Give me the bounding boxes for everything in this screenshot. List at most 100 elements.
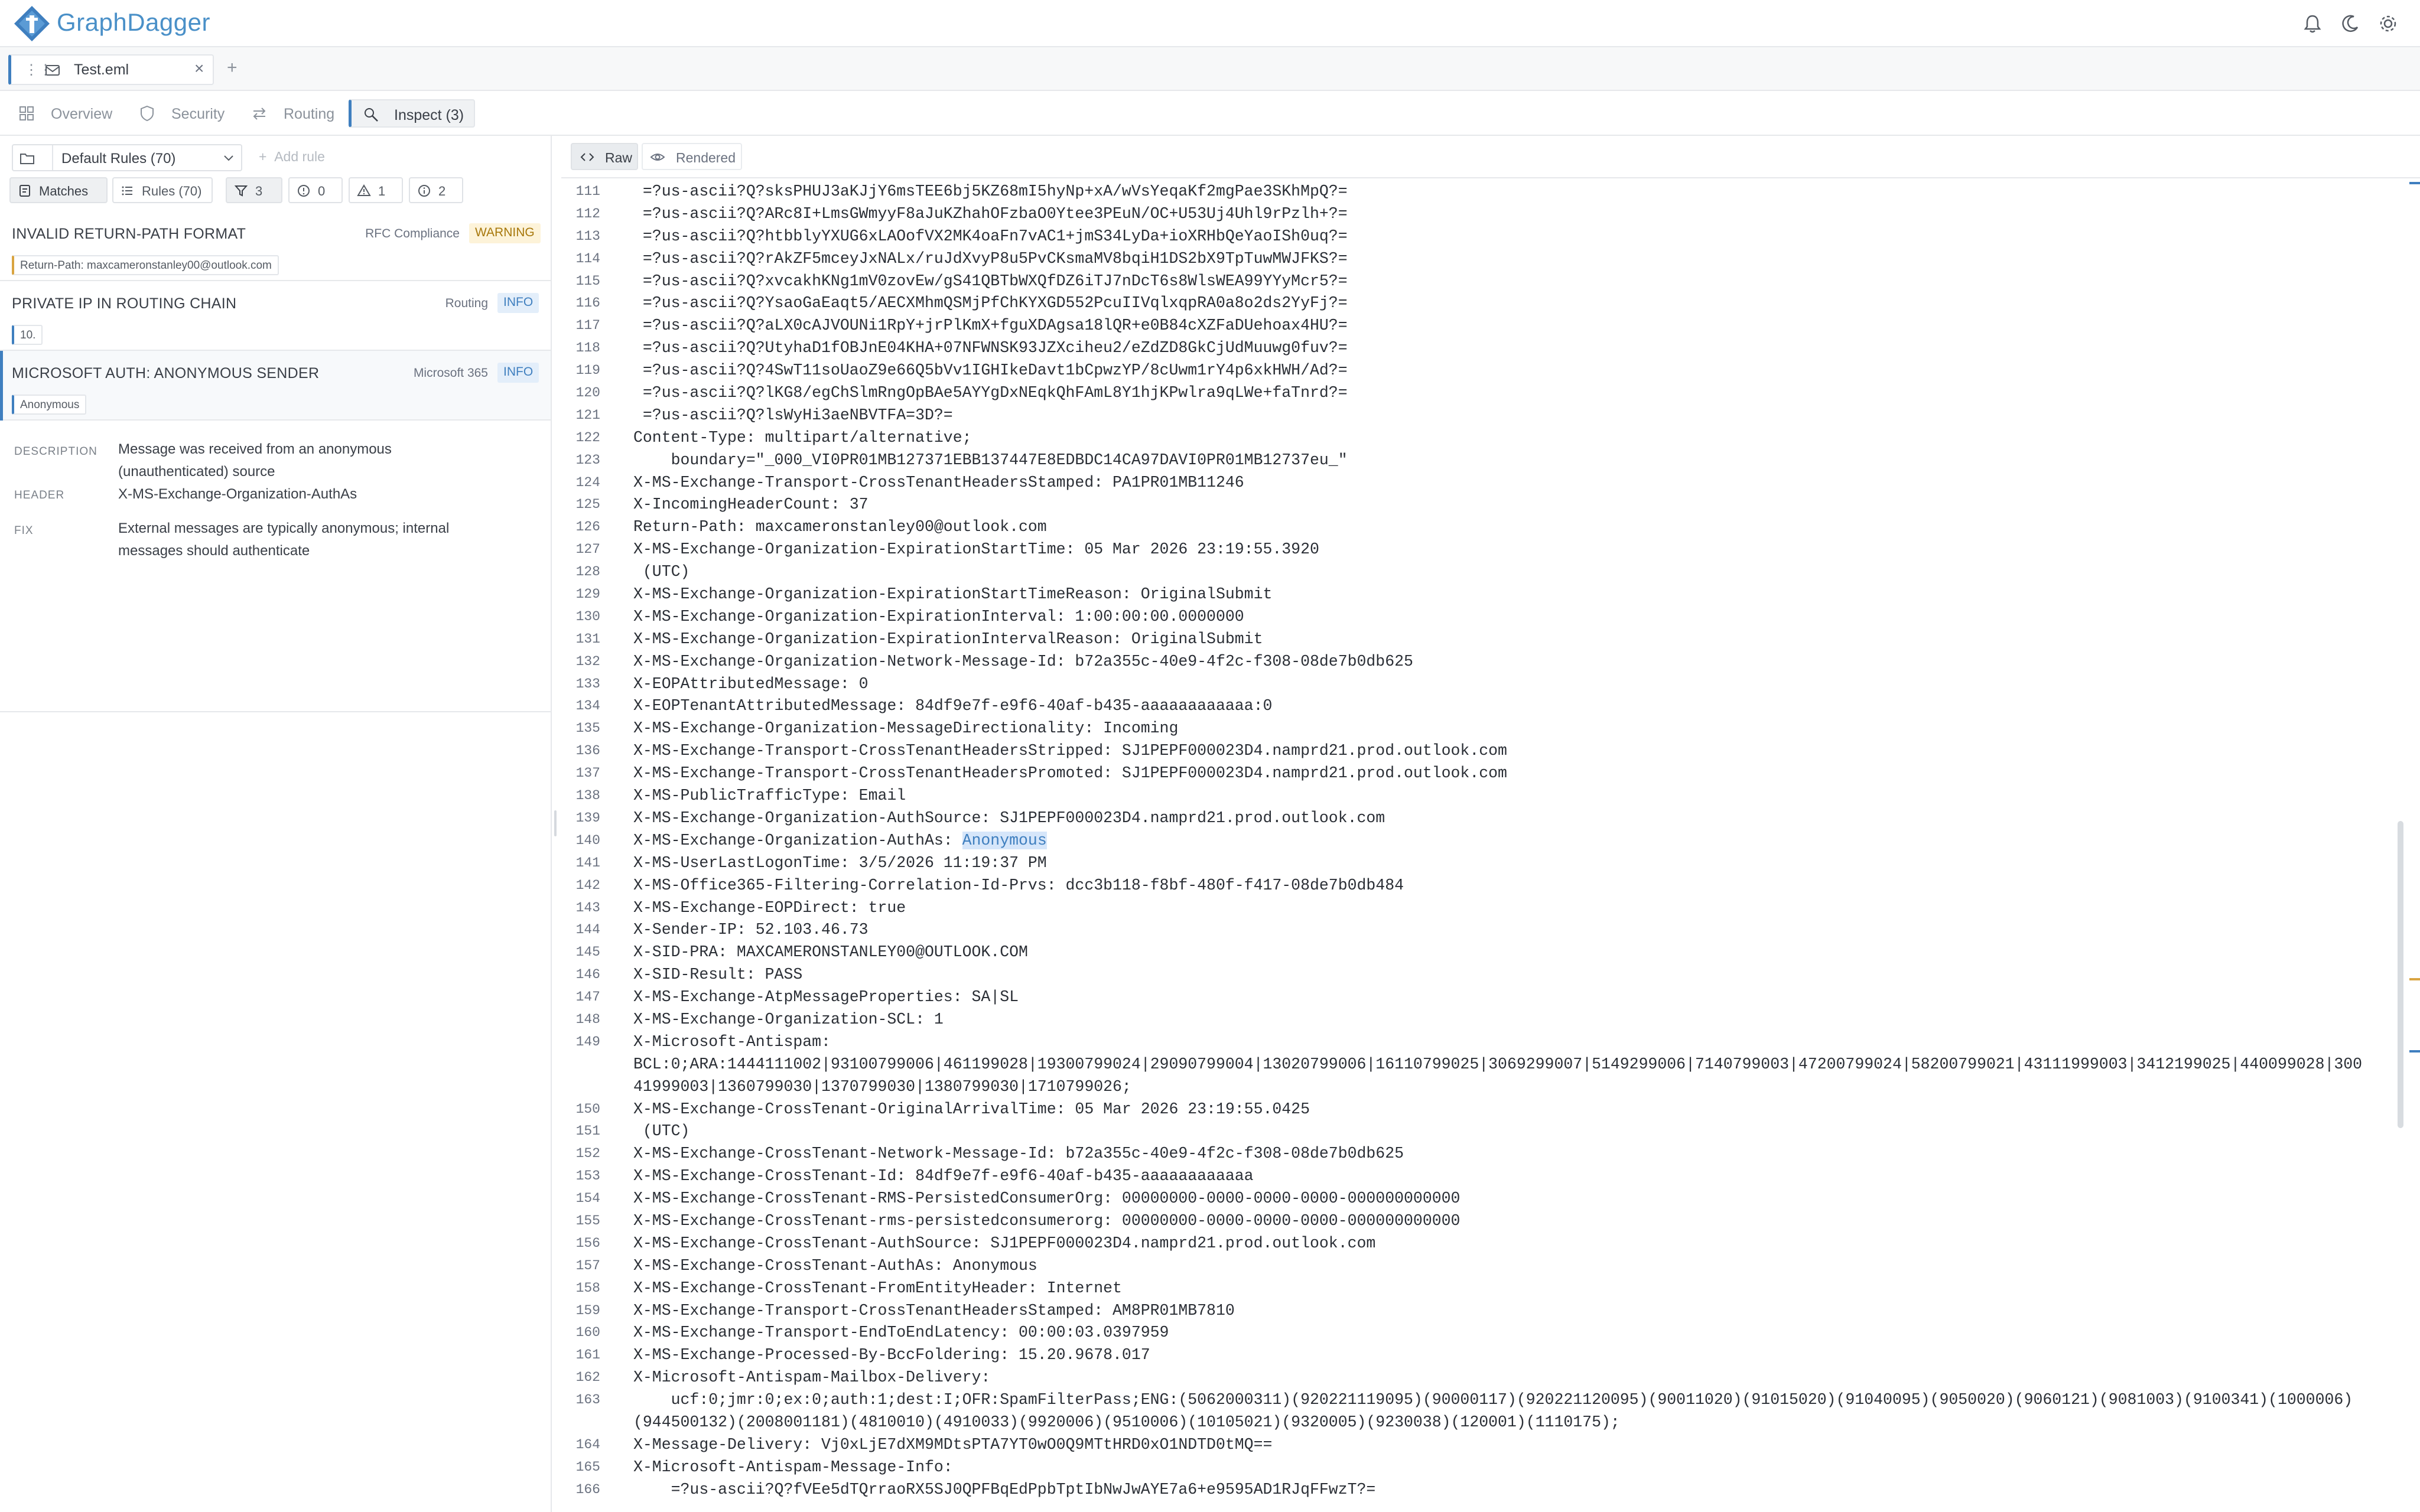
code-line: 131 X-MS-Exchange-Organization-Expiration… <box>561 628 2405 651</box>
line-number: 155 <box>575 1213 600 1228</box>
code-line: 148 X-MS-Exchange-Organization-SCL: 1 <box>561 1009 2405 1031</box>
line-content: X-MS-Exchange-CrossTenant-AuthSource: SJ… <box>633 1234 1376 1252</box>
match-item[interactable]: PRIVATE IP IN ROUTING CHAIN Routing INFO… <box>0 281 551 351</box>
tab-label: Overview <box>51 106 113 122</box>
tab-routing[interactable]: Routing <box>251 99 339 128</box>
logo-icon <box>13 5 51 43</box>
shield-icon <box>138 105 156 122</box>
line-number: 153 <box>575 1168 600 1184</box>
line-text: X-SID-PRA: MAXCAMERONSTANLEY00@OUTLOOK.C… <box>633 943 1028 961</box>
rules-tab[interactable]: Rules (70) <box>112 177 213 203</box>
line-content: X-MS-Exchange-CrossTenant-rms-persistedc… <box>633 1211 1461 1230</box>
line-number: 146 <box>575 967 600 983</box>
code-line: 127 X-MS-Exchange-Organization-Expiration… <box>561 539 2405 561</box>
line-number: 148 <box>575 1011 600 1027</box>
file-tab-label: Test.eml <box>74 61 129 78</box>
close-icon[interactable]: × <box>194 59 204 78</box>
line-content: X-MS-UserLastLogonTime: 3/5/2026 11:19:3… <box>633 853 1047 872</box>
code-line: 136 X-MS-Exchange-Transport-CrossTenantHe… <box>561 740 2405 762</box>
raw-view-button[interactable]: Raw <box>571 143 638 170</box>
panel-resize-handle[interactable] <box>554 810 557 836</box>
match-item-selected[interactable]: MICROSOFT AUTH: ANONYMOUS SENDER Microso… <box>0 351 551 421</box>
raw-header-code[interactable]: 111 =?us-ascii?Q?sksPHUJ3aKJjY6msTEE6bj5… <box>561 181 2405 1512</box>
line-text: ucf:0;jmr:0;ex:0;auth:1;dest:I;OFR:SpamF… <box>633 1391 2353 1409</box>
line-content: X-MS-Exchange-Organization-AuthAs: <box>633 831 962 849</box>
chevron-down-icon <box>221 150 236 165</box>
line-number: 151 <box>575 1123 600 1139</box>
line-number: 133 <box>575 676 600 692</box>
rendered-view-button[interactable]: Rendered <box>642 143 742 170</box>
code-line: 143 X-MS-Exchange-EOPDirect: true <box>561 897 2405 920</box>
line-number: 130 <box>575 608 600 624</box>
gear-icon[interactable] <box>2376 12 2400 35</box>
code-line: 119 =?us-ascii?Q?4SwT11soUaoZ9e66Q5bVv1I… <box>561 360 2405 382</box>
line-number: 140 <box>575 832 600 848</box>
match-category: Microsoft 365 <box>413 366 488 380</box>
line-number: 136 <box>575 743 600 759</box>
line-content: =?us-ascii?Q?rAkZF5mceyJxNALx/ruJdXvyP8u… <box>633 249 1348 268</box>
bell-icon[interactable] <box>2301 12 2324 35</box>
filter-info-button[interactable]: 2 <box>409 177 463 203</box>
line-content: X-Microsoft-Antispam-Message-Info: <box>633 1458 953 1476</box>
code-line: 137 X-MS-Exchange-Transport-CrossTenantHe… <box>561 762 2405 785</box>
line-number: 118 <box>575 340 600 356</box>
line-text: X-MS-Exchange-Organization-ExpirationSta… <box>633 540 1319 558</box>
code-line: 113 =?us-ascii?Q?htbblyYXUG6xLAOofVX2MK4… <box>561 226 2405 248</box>
match-title: PRIVATE IP IN ROUTING CHAIN <box>12 295 237 312</box>
line-text: X-MS-Exchange-Organization-ExpirationInt… <box>633 608 1244 625</box>
inspect-icon <box>362 106 380 123</box>
code-line: 159 X-MS-Exchange-Transport-CrossTenantHe… <box>561 1300 2405 1322</box>
line-content: X-MS-Exchange-Organization-ExpirationInt… <box>633 630 1263 648</box>
match-title: INVALID RETURN-PATH FORMAT <box>12 226 246 242</box>
line-text: =?us-ascii?Q?htbblyYXUG6xLAOofVX2MK4oaFn… <box>633 227 1348 245</box>
line-text: X-MS-Exchange-CrossTenant-AuthAs: Anonym… <box>633 1257 1037 1275</box>
line-content: X-Message-Delivery: Vj0xLjE7dXM9MDtsPTA7… <box>633 1435 1273 1454</box>
filter-all-button[interactable]: 3 <box>226 177 282 203</box>
line-content: X-MS-Exchange-CrossTenant-AuthAs: Anonym… <box>633 1256 1037 1275</box>
line-content: =?us-ascii?Q?4SwT11soUaoZ9e66Q5bVv1IGHIk… <box>633 361 1348 380</box>
line-number: 163 <box>575 1392 600 1408</box>
ruleset-select[interactable]: Default Rules (70) <box>12 144 242 171</box>
fix-text: External messages are typically anonymou… <box>118 520 450 559</box>
error-count: 0 <box>318 184 326 198</box>
code-line: 142 X-MS-Office365-Filtering-Correlation-… <box>561 875 2405 897</box>
moon-icon[interactable] <box>2338 12 2362 35</box>
match-category: Routing <box>445 296 488 310</box>
line-content: X-MS-Exchange-Organization-ExpirationSta… <box>633 540 1319 559</box>
line-number: 111 <box>575 184 600 199</box>
warning-icon <box>357 184 371 198</box>
line-content: =?us-ascii?Q?sksPHUJ3aKJjY6msTEE6bj5KZ68… <box>633 183 1348 200</box>
line-text: Return-Path: maxcameronstanley00@outlook… <box>633 518 1047 536</box>
code-scrollbar[interactable] <box>2398 821 2403 1128</box>
code-line: 161 X-MS-Exchange-Processed-By-BccFolderi… <box>561 1344 2405 1367</box>
add-tab-button[interactable]: + <box>227 58 238 78</box>
warning-count: 1 <box>378 184 386 198</box>
grid-icon <box>18 105 35 122</box>
line-content: X-MS-Exchange-Transport-CrossTenantHeade… <box>633 1301 1235 1319</box>
code-line: 123 boundary="_000_VI0PR01MB127371EBB137… <box>561 449 2405 472</box>
line-number: 157 <box>575 1257 600 1273</box>
add-rule-button[interactable]: + Add rule <box>259 149 325 165</box>
filter-warnings-button[interactable]: 1 <box>349 177 403 203</box>
filter-errors-button[interactable]: 0 <box>288 177 343 203</box>
line-text: X-MS-Exchange-CrossTenant-RMS-PersistedC… <box>633 1190 1460 1207</box>
line-text: X-MS-Exchange-Organization-ExpirationInt… <box>633 630 1263 648</box>
highlighted-match[interactable]: Anonymous <box>962 831 1047 849</box>
header-label: HEADER <box>14 489 65 501</box>
tab-overview[interactable]: Overview <box>18 99 124 128</box>
code-line: 151 (UTC) <box>561 1120 2405 1143</box>
match-item[interactable]: INVALID RETURN-PATH FORMAT RFC Complianc… <box>0 211 551 281</box>
line-number: 161 <box>575 1347 600 1363</box>
header-text: X-MS-Exchange-Organization-AuthAs <box>118 486 357 502</box>
matches-tab[interactable]: Matches <box>9 177 108 203</box>
code-line: 115 =?us-ascii?Q?xvcakhKNg1mV0zovEw/gS41… <box>561 271 2405 293</box>
line-content: X-MS-Exchange-Transport-EndToEndLatency:… <box>633 1324 1169 1342</box>
file-tab[interactable]: ⋮⋮ Test.eml × <box>8 54 214 85</box>
line-content: X-Microsoft-Antispam-Mailbox-Delivery: <box>633 1368 991 1387</box>
matches-label: Matches <box>39 184 89 198</box>
line-number: 127 <box>575 542 600 558</box>
tab-security[interactable]: Security <box>138 99 233 128</box>
tab-inspect[interactable]: Inspect (3) <box>349 99 475 128</box>
line-content: Content-Type: multipart/alternative; <box>633 428 972 447</box>
line-number: 122 <box>575 429 600 445</box>
